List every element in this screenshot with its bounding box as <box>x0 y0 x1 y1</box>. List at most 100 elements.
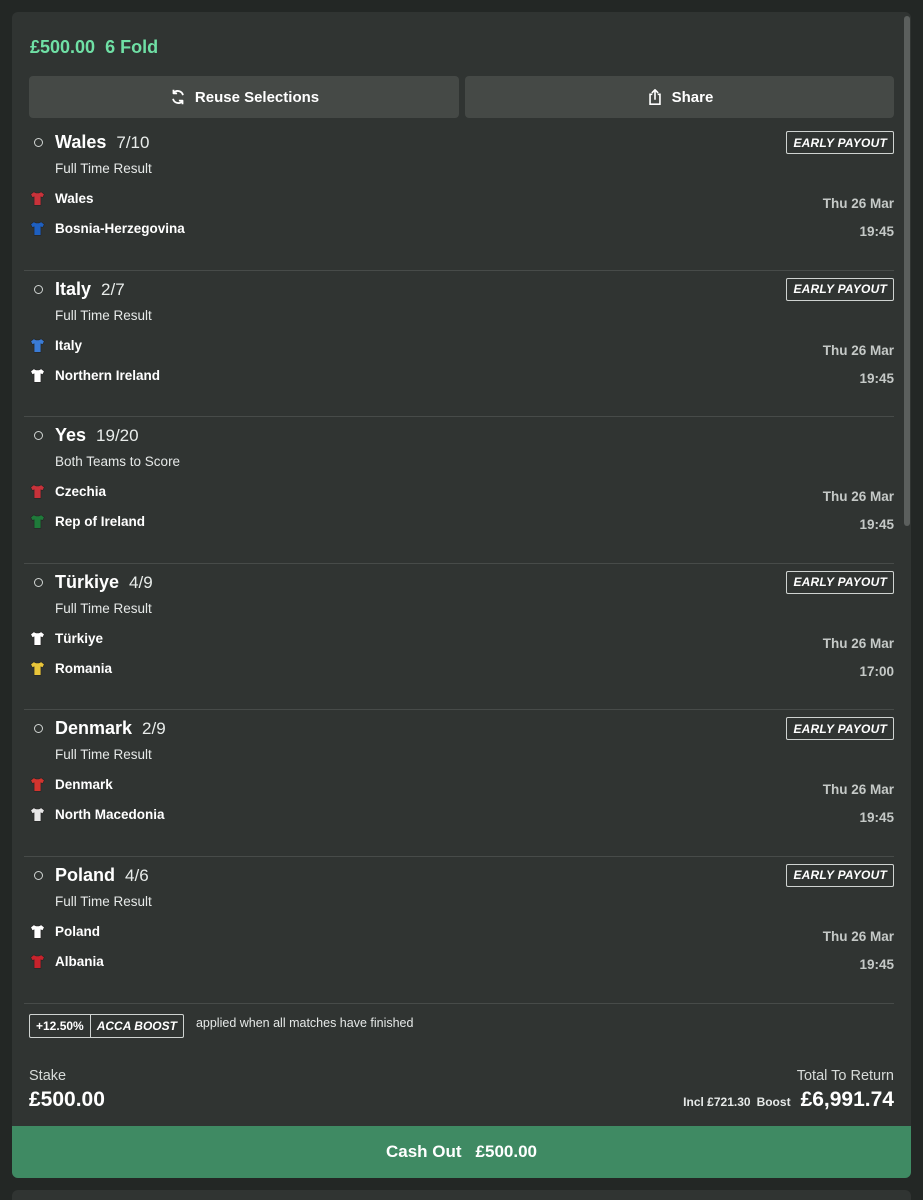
early-payout-badge: EARLY PAYOUT <box>786 131 894 154</box>
selection-odds: 4/9 <box>129 572 153 592</box>
home-team-name: Denmark <box>55 777 113 793</box>
match-time: 19:45 <box>859 810 894 826</box>
selection-leg: Denmark 2/9 Full Time Result EARLY PAYOU… <box>24 710 894 857</box>
selection-header: Italy 2/7 <box>55 279 125 300</box>
away-team-name: Bosnia-Herzegovina <box>55 221 185 236</box>
selection-name: Italy <box>55 278 92 299</box>
match-date: Thu 26 Mar <box>822 782 894 798</box>
market-name: Both Teams to Score <box>55 454 181 470</box>
selection-header: Denmark 2/9 <box>55 718 166 739</box>
status-circle-icon <box>34 138 43 147</box>
boost-included-label: Boost <box>756 1095 791 1109</box>
reuse-selections-label: Reuse Selections <box>194 88 320 106</box>
market-name: Full Time Result <box>55 307 152 323</box>
home-shirt-icon <box>30 924 45 939</box>
selection-leg: Poland 4/6 Full Time Result EARLY PAYOUT… <box>24 857 894 1004</box>
selection-name: Yes <box>55 425 87 446</box>
status-circle-icon <box>34 284 43 294</box>
away-team: Bosnia-Herzegovina <box>29 220 185 237</box>
selection-name: Denmark <box>55 718 133 739</box>
market-name: Full Time Result <box>55 747 152 763</box>
home-team: Poland <box>29 923 100 940</box>
away-team-name: North Macedonia <box>55 807 165 823</box>
acca-boost-row: +12.50% ACCA BOOST applied when all matc… <box>29 1014 413 1038</box>
home-shirt-icon <box>30 484 45 499</box>
home-shirt-icon <box>30 191 45 206</box>
match-date: Thu 26 Mar <box>822 196 894 211</box>
away-team: Albania <box>29 953 104 970</box>
reuse-selections-button[interactable]: Reuse Selections <box>29 76 459 118</box>
selection-leg: Yes 19/20 Both Teams to Score Czechia Re… <box>24 417 894 564</box>
acca-boost-badge: +12.50% ACCA BOOST <box>29 1014 184 1038</box>
selection-header: Poland 4/6 <box>55 865 149 886</box>
home-team-name: Poland <box>55 923 101 939</box>
away-team-name: Albania <box>55 953 104 969</box>
status-circle-icon <box>34 724 43 734</box>
early-payout-badge: EARLY PAYOUT <box>786 863 894 887</box>
away-team-name: Romania <box>55 660 113 676</box>
home-team: Italy <box>29 337 82 354</box>
selections-list: Wales 7/10 Full Time Result EARLY PAYOUT… <box>12 124 911 1004</box>
selection-leg: Türkiye 4/9 Full Time Result EARLY PAYOU… <box>24 564 894 711</box>
home-shirt-icon <box>30 777 45 792</box>
away-shirt-icon <box>30 954 45 969</box>
match-time: 19:45 <box>859 370 894 386</box>
early-payout-badge: EARLY PAYOUT <box>786 717 894 741</box>
home-shirt-icon <box>30 631 45 646</box>
away-shirt-icon <box>30 221 45 236</box>
home-team: Türkiye <box>29 630 103 647</box>
away-team-name: Rep of Ireland <box>55 514 146 530</box>
status-circle-icon <box>34 577 43 587</box>
selection-name: Poland <box>55 864 116 885</box>
stake-label: Stake <box>29 1068 67 1084</box>
selection-odds: 19/20 <box>96 426 139 446</box>
selection-odds: 4/6 <box>125 865 149 885</box>
selection-header: Wales 7/10 <box>55 132 149 153</box>
stake-value: £500.00 <box>29 1088 105 1111</box>
selection-header: Yes 19/20 <box>55 425 139 446</box>
share-label: Share <box>671 88 714 106</box>
home-team-name: Italy <box>55 337 83 353</box>
bet-stake: £500.00 <box>30 36 96 57</box>
home-team: Wales <box>29 190 94 207</box>
next-bet-card <box>12 1190 911 1200</box>
away-shirt-icon <box>30 367 45 383</box>
selection-header: Türkiye 4/9 <box>55 572 153 593</box>
cash-out-button[interactable]: Cash Out £500.00 <box>12 1126 911 1178</box>
boost-label: ACCA BOOST <box>96 1019 177 1033</box>
selection-leg: Wales 7/10 Full Time Result EARLY PAYOUT… <box>24 124 894 271</box>
away-team-name: Northern Ireland <box>55 367 161 383</box>
home-team: Denmark <box>29 776 113 793</box>
early-payout-badge: EARLY PAYOUT <box>786 570 894 594</box>
total-return-value: £6,991.74 <box>800 1088 894 1111</box>
bet-header: £500.00 6 Fold <box>30 36 158 58</box>
market-name: Full Time Result <box>55 893 152 909</box>
total-return-label: Total To Return <box>796 1068 894 1084</box>
refresh-icon <box>172 89 184 105</box>
selection-odds: 2/9 <box>142 719 166 739</box>
home-team-name: Türkiye <box>55 630 104 646</box>
away-team: Rep of Ireland <box>29 513 145 530</box>
bet-type: 6 Fold <box>105 36 159 57</box>
total-return-row: Incl £721.30 Boost £6,991.74 <box>683 1088 894 1112</box>
selection-name: Türkiye <box>55 571 120 592</box>
market-name: Full Time Result <box>55 600 152 616</box>
match-date: Thu 26 Mar <box>822 342 894 358</box>
match-date: Thu 26 Mar <box>822 635 894 651</box>
match-time: 19:45 <box>859 224 894 239</box>
market-name: Full Time Result <box>55 161 152 176</box>
scrollbar[interactable] <box>904 16 910 526</box>
boost-percent: +12.50% <box>30 1015 91 1037</box>
selection-name: Wales <box>55 132 107 152</box>
match-time: 19:45 <box>859 517 894 533</box>
home-team: Czechia <box>29 483 106 500</box>
match-date: Thu 26 Mar <box>822 928 894 944</box>
boost-note: applied when all matches have finished <box>195 1016 414 1030</box>
selection-leg: Italy 2/7 Full Time Result EARLY PAYOUT … <box>24 271 894 418</box>
cash-out-label: Cash Out <box>385 1142 462 1161</box>
away-shirt-icon <box>30 807 45 822</box>
away-team: North Macedonia <box>29 806 165 823</box>
selection-odds: 2/7 <box>101 279 125 299</box>
away-team: Romania <box>29 660 112 677</box>
share-button[interactable]: Share <box>465 76 894 118</box>
